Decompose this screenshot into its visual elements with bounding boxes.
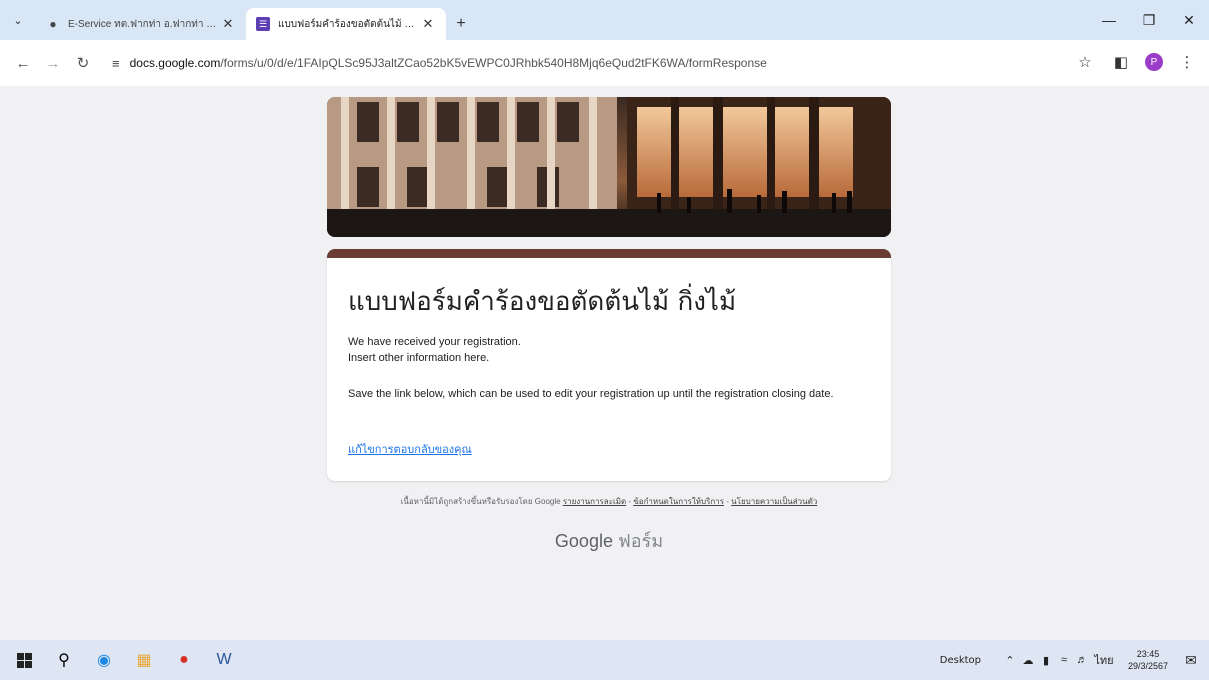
edit-response-link[interactable]: แก้ไขการตอบกลับของคุณ [348, 440, 472, 458]
footer-disclaimer: เนื้อหานี้มิได้ถูกสร้างขึ้นหรือรับรองโดย… [400, 497, 818, 506]
tab-strip: ⌄ ● E-Service ทต.ฟากท่า อ.ฟากท่า จ.อุ ✕ … [0, 0, 1209, 40]
new-tab-button[interactable]: + [446, 8, 476, 40]
onedrive-icon[interactable]: ☁ [1019, 654, 1037, 667]
minimize-icon[interactable]: — [1089, 0, 1129, 40]
url-host: docs.google.com [129, 56, 221, 70]
globe-icon: ● [49, 17, 57, 31]
reload-icon[interactable]: ↻ [68, 48, 98, 78]
file-explorer-icon[interactable]: ▦ [124, 640, 164, 680]
google-forms-icon: ☰ [256, 17, 270, 31]
window-controls: — ❐ ✕ [1089, 0, 1209, 40]
google-forms-logo[interactable]: Google ฟอร์ม [327, 526, 891, 555]
form-title: แบบฟอร์มคำร้องขอตัดต้นไม้ กิ่งไม้ [348, 287, 737, 317]
system-tray: Desktop ⌃ ☁ ▮ ≈ ♬ ไทย 23:45 29/3/2567 ✉ [940, 640, 1209, 680]
menu-kebab-icon[interactable]: ⋮ [1175, 48, 1199, 76]
windows-start-icon[interactable] [4, 640, 44, 680]
language-indicator[interactable]: ไทย [1091, 651, 1117, 669]
browser-toolbar: ← → ↻ ≡ docs.google.com/forms/u/0/d/e/1F… [0, 40, 1209, 86]
confirmation-card: แบบฟอร์มคำร้องขอตัดต้นไม้ กิ่งไม้ We hav… [327, 249, 891, 481]
tab-search-chevron-icon[interactable]: ⌄ [0, 0, 36, 40]
close-icon[interactable]: ✕ [420, 16, 436, 32]
wifi-icon[interactable]: ≈ [1055, 654, 1073, 666]
battery-icon[interactable]: ▮ [1037, 654, 1055, 667]
bookmark-star-icon[interactable]: ☆ [1073, 48, 1097, 76]
close-icon[interactable]: ✕ [220, 16, 236, 32]
url-path: /forms/u/0/d/e/1FAIpQLSc95J3altZCao52bK5… [220, 56, 767, 70]
restore-icon[interactable]: ❐ [1129, 0, 1169, 40]
volume-icon[interactable]: ♬ [1073, 654, 1091, 666]
chevron-up-icon[interactable]: ⌃ [1001, 654, 1019, 667]
side-panel-icon[interactable]: ◧ [1109, 48, 1133, 76]
chrome-icon[interactable]: ● [164, 640, 204, 680]
terms-link[interactable]: ข้อกำหนดในการให้บริการ [633, 497, 724, 506]
forward-icon[interactable]: → [38, 48, 68, 78]
windows-taskbar: ⚲ ◉ ▦ ● W Desktop ⌃ ☁ ▮ ≈ ♬ ไทย 23:45 29… [0, 640, 1209, 680]
search-icon[interactable]: ⚲ [44, 640, 84, 680]
edge-browser-icon[interactable]: ◉ [84, 640, 124, 680]
notification-icon[interactable]: ✉ [1173, 652, 1209, 669]
confirmation-message-line2: Insert other information here. [348, 352, 490, 364]
profile-avatar[interactable]: P [1145, 53, 1163, 71]
address-bar[interactable]: ≡ docs.google.com/forms/u/0/d/e/1FAIpQLS… [104, 48, 1044, 78]
desktop-toolbar-label[interactable]: Desktop [940, 655, 981, 666]
privacy-link[interactable]: นโยบายความเป็นส่วนตัว [731, 497, 817, 506]
confirmation-message-line3: Save the link below, which can be used t… [348, 388, 834, 400]
confirmation-message-line1: We have received your registration. [348, 336, 521, 348]
page-content: แบบฟอร์มคำร้องขอตัดต้นไม้ กิ่งไม้ We hav… [0, 86, 1209, 640]
tab-google-form[interactable]: ☰ แบบฟอร์มคำร้องขอตัดต้นไม้ กิ่งไม้ ✕ [246, 8, 446, 40]
report-abuse-link[interactable]: รายงานการละเมิด [563, 497, 626, 506]
clock[interactable]: 23:45 29/3/2567 [1123, 648, 1173, 672]
form-accent-bar [327, 249, 891, 258]
close-window-icon[interactable]: ✕ [1169, 0, 1209, 40]
back-icon[interactable]: ← [8, 48, 38, 78]
tab-eservice[interactable]: ● E-Service ทต.ฟากท่า อ.ฟากท่า จ.อุ ✕ [36, 8, 246, 40]
word-icon[interactable]: W [204, 640, 244, 680]
site-settings-icon[interactable]: ≡ [112, 56, 120, 71]
form-header-image [327, 97, 891, 237]
